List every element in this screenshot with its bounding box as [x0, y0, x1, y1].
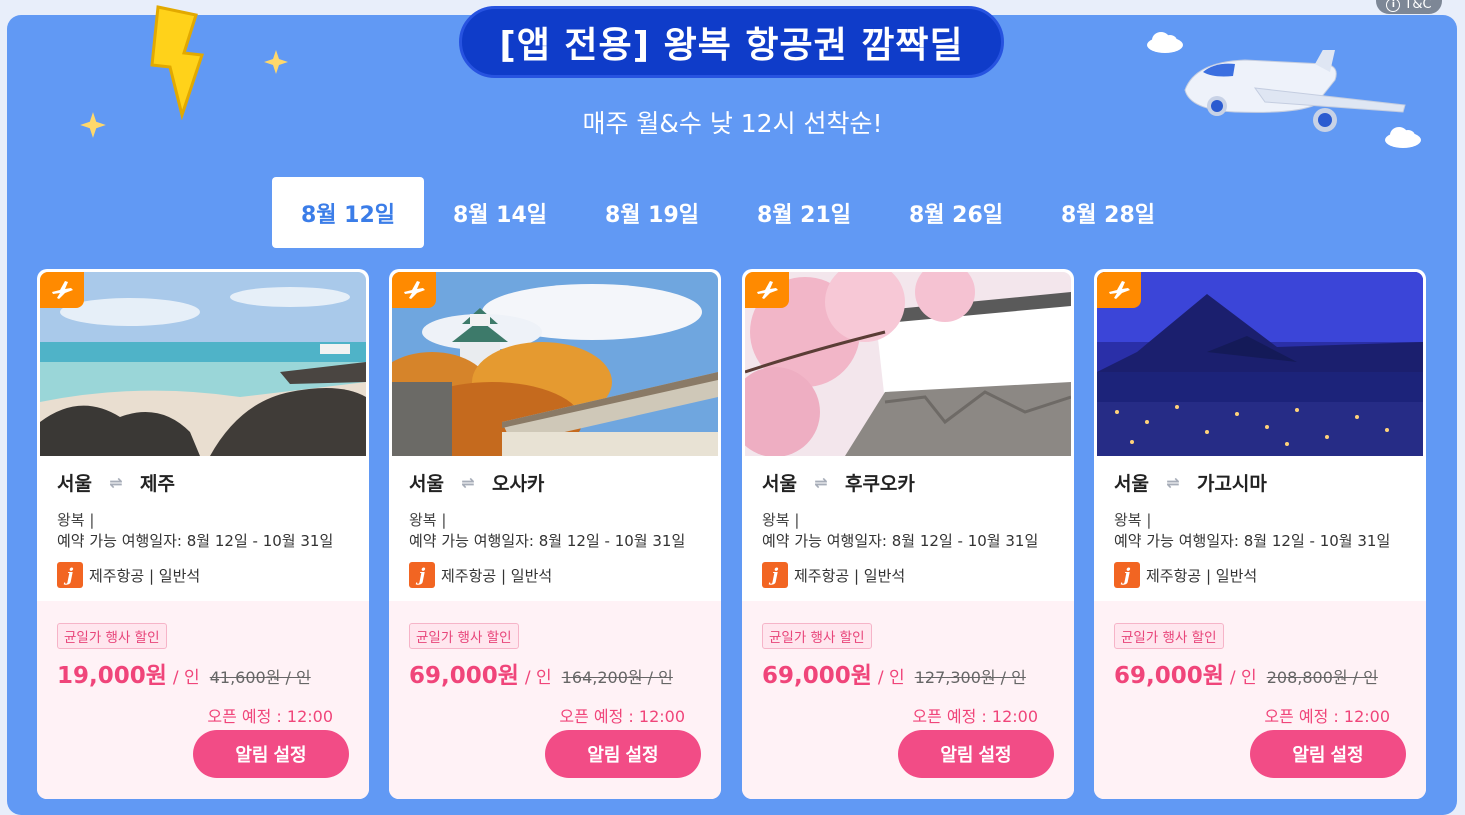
airline-info: j 제주항공 | 일반석 — [1114, 562, 1257, 588]
route: 서울 ⇌ 오사카 — [409, 469, 544, 496]
set-alert-button[interactable]: 알림 설정 — [898, 730, 1054, 778]
lightning-bolt-icon — [150, 5, 205, 120]
price-section: 균일가 행사 할인 69,000원 / 인 208,800원 / 인 오픈 예정… — [1094, 601, 1426, 799]
terms-button[interactable]: i T&C — [1376, 0, 1442, 14]
airline-label: 제주항공 | 일반석 — [794, 566, 906, 585]
tab-aug-19[interactable]: 8월 19일 — [576, 177, 728, 248]
deal-card-jeju[interactable]: 서울 ⇌ 제주 왕복 | 예약 가능 여행일자: 8월 12일 - 10월 31… — [37, 269, 369, 799]
trip-type: 왕복 | — [57, 511, 95, 529]
date-tabs: 8월 12일 8월 14일 8월 19일 8월 21일 8월 26일 8월 28… — [272, 177, 1184, 248]
price-section: 균일가 행사 할인 69,000원 / 인 164,200원 / 인 오픈 예정… — [389, 601, 721, 799]
discount-tag: 균일가 행사 할인 — [409, 623, 519, 649]
origin-city: 서울 — [762, 473, 797, 495]
price: 69,000원 / 인 164,200원 / 인 — [409, 656, 673, 690]
trip-type: 왕복 | — [762, 511, 800, 529]
jeju-air-logo-icon: j — [57, 562, 83, 588]
price-section: 균일가 행사 할인 19,000원 / 인 41,600원 / 인 오픈 예정 … — [37, 601, 369, 799]
round-trip-arrows-icon: ⇌ — [814, 473, 828, 492]
trip-type: 왕복 | — [409, 511, 447, 529]
destination-photo — [40, 272, 366, 456]
per-person: / 인 — [1229, 668, 1257, 688]
open-time: 오픈 예정 : 12:00 — [559, 707, 685, 726]
discount-tag: 균일가 행사 할인 — [1114, 623, 1224, 649]
jeju-air-logo-icon: j — [1114, 562, 1140, 588]
tab-aug-21[interactable]: 8월 21일 — [728, 177, 880, 248]
destination-photo — [745, 272, 1071, 456]
airline-info: j 제주항공 | 일반석 — [409, 562, 552, 588]
deal-card-kagoshima[interactable]: 서울 ⇌ 가고시마 왕복 | 예약 가능 여행일자: 8월 12일 - 10월 … — [1094, 269, 1426, 799]
destination-photo — [392, 272, 718, 456]
page-title: [앱 전용] 왕복 항공권 깜짝딜 — [459, 6, 1004, 78]
jeju-air-logo-icon: j — [762, 562, 788, 588]
original-price: 41,600원 / 인 — [209, 668, 311, 687]
flight-icon — [40, 272, 84, 308]
open-time: 오픈 예정 : 12:00 — [207, 707, 333, 726]
travel-dates: 예약 가능 여행일자: 8월 12일 - 10월 31일 — [409, 532, 686, 550]
travel-dates: 예약 가능 여행일자: 8월 12일 - 10월 31일 — [762, 532, 1039, 550]
airline-label: 제주항공 | 일반석 — [89, 566, 201, 585]
airline-info: j 제주항공 | 일반석 — [762, 562, 905, 588]
price: 19,000원 / 인 41,600원 / 인 — [57, 656, 311, 690]
sale-price: 69,000원 — [1114, 663, 1224, 689]
flight-icon — [1097, 272, 1141, 308]
set-alert-button[interactable]: 알림 설정 — [1250, 730, 1406, 778]
origin-city: 서울 — [57, 473, 92, 495]
discount-tag: 균일가 행사 할인 — [762, 623, 872, 649]
travel-dates: 예약 가능 여행일자: 8월 12일 - 10월 31일 — [1114, 532, 1391, 550]
airline-info: j 제주항공 | 일반석 — [57, 562, 200, 588]
price: 69,000원 / 인 127,300원 / 인 — [762, 656, 1026, 690]
destination-city: 오사카 — [491, 473, 545, 495]
route: 서울 ⇌ 후쿠오카 — [762, 469, 915, 496]
sparkle-icon — [264, 50, 288, 74]
sale-price: 19,000원 — [57, 663, 167, 689]
destination-city: 가고시마 — [1196, 473, 1267, 495]
origin-city: 서울 — [409, 473, 444, 495]
flight-icon — [392, 272, 436, 308]
per-person: / 인 — [172, 668, 200, 688]
airline-label: 제주항공 | 일반석 — [441, 566, 553, 585]
deal-card-fukuoka[interactable]: 서울 ⇌ 후쿠오카 왕복 | 예약 가능 여행일자: 8월 12일 - 10월 … — [742, 269, 1074, 799]
trip-type: 왕복 | — [1114, 511, 1152, 529]
route: 서울 ⇌ 제주 — [57, 469, 175, 496]
set-alert-button[interactable]: 알림 설정 — [545, 730, 701, 778]
jeju-air-logo-icon: j — [409, 562, 435, 588]
tab-aug-14[interactable]: 8월 14일 — [424, 177, 576, 248]
tab-aug-28[interactable]: 8월 28일 — [1032, 177, 1184, 248]
discount-tag: 균일가 행사 할인 — [57, 623, 167, 649]
tab-aug-26[interactable]: 8월 26일 — [880, 177, 1032, 248]
origin-city: 서울 — [1114, 473, 1149, 495]
per-person: / 인 — [524, 668, 552, 688]
round-trip-arrows-icon: ⇌ — [1166, 473, 1180, 492]
route: 서울 ⇌ 가고시마 — [1114, 469, 1267, 496]
per-person: / 인 — [877, 668, 905, 688]
deal-card-osaka[interactable]: 서울 ⇌ 오사카 왕복 | 예약 가능 여행일자: 8월 12일 - 10월 3… — [389, 269, 721, 799]
open-time: 오픈 예정 : 12:00 — [912, 707, 1038, 726]
info-icon: i — [1386, 0, 1401, 12]
destination-photo — [1097, 272, 1423, 456]
tab-aug-12[interactable]: 8월 12일 — [272, 177, 424, 248]
open-time: 오픈 예정 : 12:00 — [1264, 707, 1390, 726]
price-section: 균일가 행사 할인 69,000원 / 인 127,300원 / 인 오픈 예정… — [742, 601, 1074, 799]
sale-price: 69,000원 — [762, 663, 872, 689]
round-trip-arrows-icon: ⇌ — [461, 473, 475, 492]
travel-dates: 예약 가능 여행일자: 8월 12일 - 10월 31일 — [57, 532, 334, 550]
original-price: 164,200원 / 인 — [561, 668, 673, 687]
destination-city: 후쿠오카 — [844, 473, 915, 495]
terms-label: T&C — [1404, 0, 1432, 12]
original-price: 208,800원 / 인 — [1266, 668, 1378, 687]
destination-city: 제주 — [139, 473, 175, 495]
original-price: 127,300원 / 인 — [914, 668, 1026, 687]
page-subtitle: 매주 월&수 낮 12시 선착순! — [582, 109, 883, 138]
round-trip-arrows-icon: ⇌ — [109, 473, 123, 492]
set-alert-button[interactable]: 알림 설정 — [193, 730, 349, 778]
sale-price: 69,000원 — [409, 663, 519, 689]
airline-label: 제주항공 | 일반석 — [1146, 566, 1258, 585]
price: 69,000원 / 인 208,800원 / 인 — [1114, 656, 1378, 690]
flight-icon — [745, 272, 789, 308]
